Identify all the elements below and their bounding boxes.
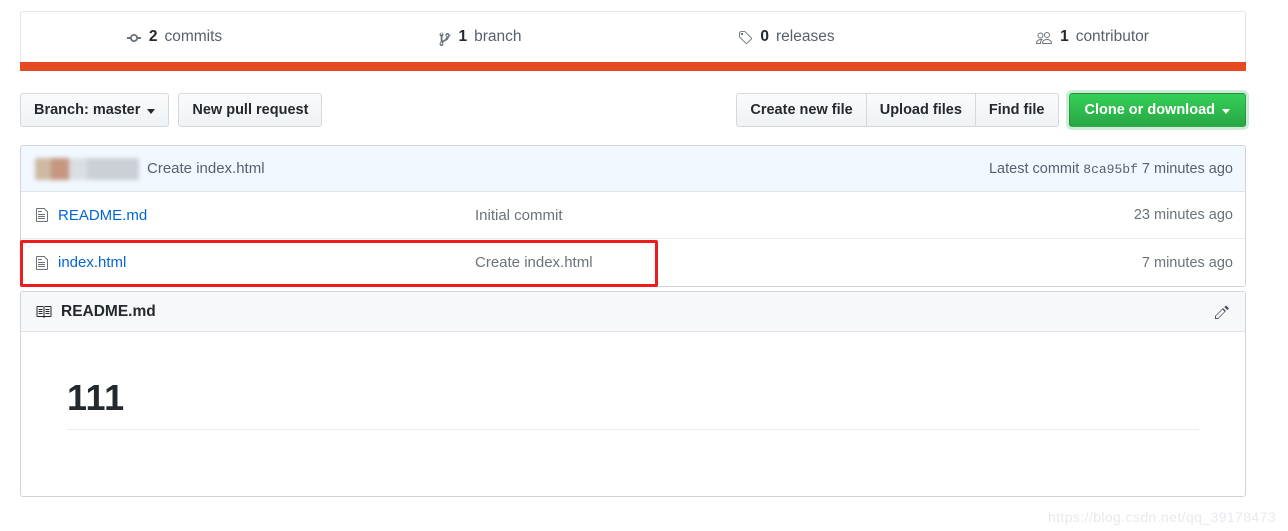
branch-selector-button[interactable]: Branch: master: [20, 93, 170, 127]
stat-commits[interactable]: 2 commits: [21, 29, 327, 45]
chevron-down-icon: [147, 108, 156, 114]
readme-header: README.md: [21, 292, 1245, 332]
stat-releases[interactable]: 0 releases: [633, 29, 939, 45]
readme-title-text: README.md: [61, 302, 156, 320]
commit-icon: [126, 30, 142, 46]
stat-contributors[interactable]: 1 contributor: [939, 29, 1245, 45]
stat-branches-count: 1: [458, 28, 468, 46]
tag-icon: [737, 30, 753, 46]
file-name-cell: index.html: [35, 254, 475, 271]
file-actions-group: Create new file Upload files Find file: [736, 93, 1059, 127]
branch-selector-label: Branch: master: [34, 101, 141, 118]
clone-or-download-button[interactable]: Clone or download: [1068, 93, 1246, 127]
toolbar-right-group: Create new file Upload files Find file C…: [736, 93, 1246, 127]
latest-commit-prefix: Latest commit: [988, 160, 1080, 177]
file-link[interactable]: index.html: [58, 254, 126, 271]
file-icon: [35, 255, 49, 271]
stat-releases-count: 0: [760, 28, 770, 46]
find-file-button[interactable]: Find file: [975, 93, 1059, 127]
table-row[interactable]: index.html Create index.html 7 minutes a…: [21, 239, 1245, 286]
chevron-down-icon: [1222, 108, 1230, 114]
file-commit-time: 23 minutes ago: [1133, 207, 1233, 223]
toolbar-left-group: Branch: master New pull request: [20, 93, 323, 127]
stat-contributors-label: contributor: [1075, 28, 1149, 46]
book-icon: [35, 304, 52, 320]
file-list-container: Create index.html Latest commit 8ca95bf …: [20, 145, 1246, 287]
pencil-icon[interactable]: [1211, 301, 1233, 323]
file-commit-message[interactable]: Initial commit: [475, 207, 1134, 224]
stat-branches-label: branch: [474, 28, 522, 46]
latest-commit-time: 7 minutes ago: [1141, 160, 1233, 177]
latest-commit-message[interactable]: Create index.html: [147, 160, 265, 177]
readme-panel: README.md 111: [20, 291, 1246, 497]
watermark: https://blog.csdn.net/qq_39178473: [1047, 509, 1276, 525]
github-repo-page: 2 commits 1 branch 0 releases 1 contribu…: [0, 0, 1288, 531]
readme-title: README.md: [35, 303, 156, 321]
repo-toolbar: Branch: master New pull request Create n…: [20, 93, 1246, 129]
stat-releases-label: releases: [776, 28, 835, 46]
stat-branches[interactable]: 1 branch: [327, 28, 633, 46]
people-icon: [1035, 30, 1053, 46]
file-name-cell: README.md: [35, 207, 475, 224]
avatar: [35, 157, 139, 180]
latest-commit-sha[interactable]: 8ca95bf: [1083, 162, 1138, 177]
file-commit-time: 7 minutes ago: [1141, 254, 1233, 271]
new-pull-request-button[interactable]: New pull request: [178, 93, 323, 127]
readme-heading: 111: [67, 376, 1199, 431]
table-row[interactable]: README.md Initial commit 23 minutes ago: [21, 192, 1245, 239]
latest-commit-bar: Create index.html Latest commit 8ca95bf …: [21, 146, 1245, 192]
stat-contributors-count: 1: [1060, 28, 1069, 46]
file-link[interactable]: README.md: [58, 207, 147, 224]
create-new-file-button[interactable]: Create new file: [736, 93, 867, 127]
clone-or-download-label: Clone or download: [1084, 101, 1216, 118]
readme-content: 111: [21, 332, 1245, 451]
repo-stats-bar: 2 commits 1 branch 0 releases 1 contribu…: [20, 11, 1246, 63]
stat-commits-count: 2: [148, 28, 158, 46]
upload-files-button[interactable]: Upload files: [866, 93, 976, 127]
language-color-bar: [20, 62, 1246, 71]
latest-commit-meta: Latest commit 8ca95bf 7 minutes ago: [989, 161, 1233, 177]
stat-commits-label: commits: [164, 28, 223, 46]
branch-icon: [438, 30, 451, 46]
file-commit-message[interactable]: Create index.html: [475, 254, 1142, 271]
file-icon: [35, 207, 49, 223]
